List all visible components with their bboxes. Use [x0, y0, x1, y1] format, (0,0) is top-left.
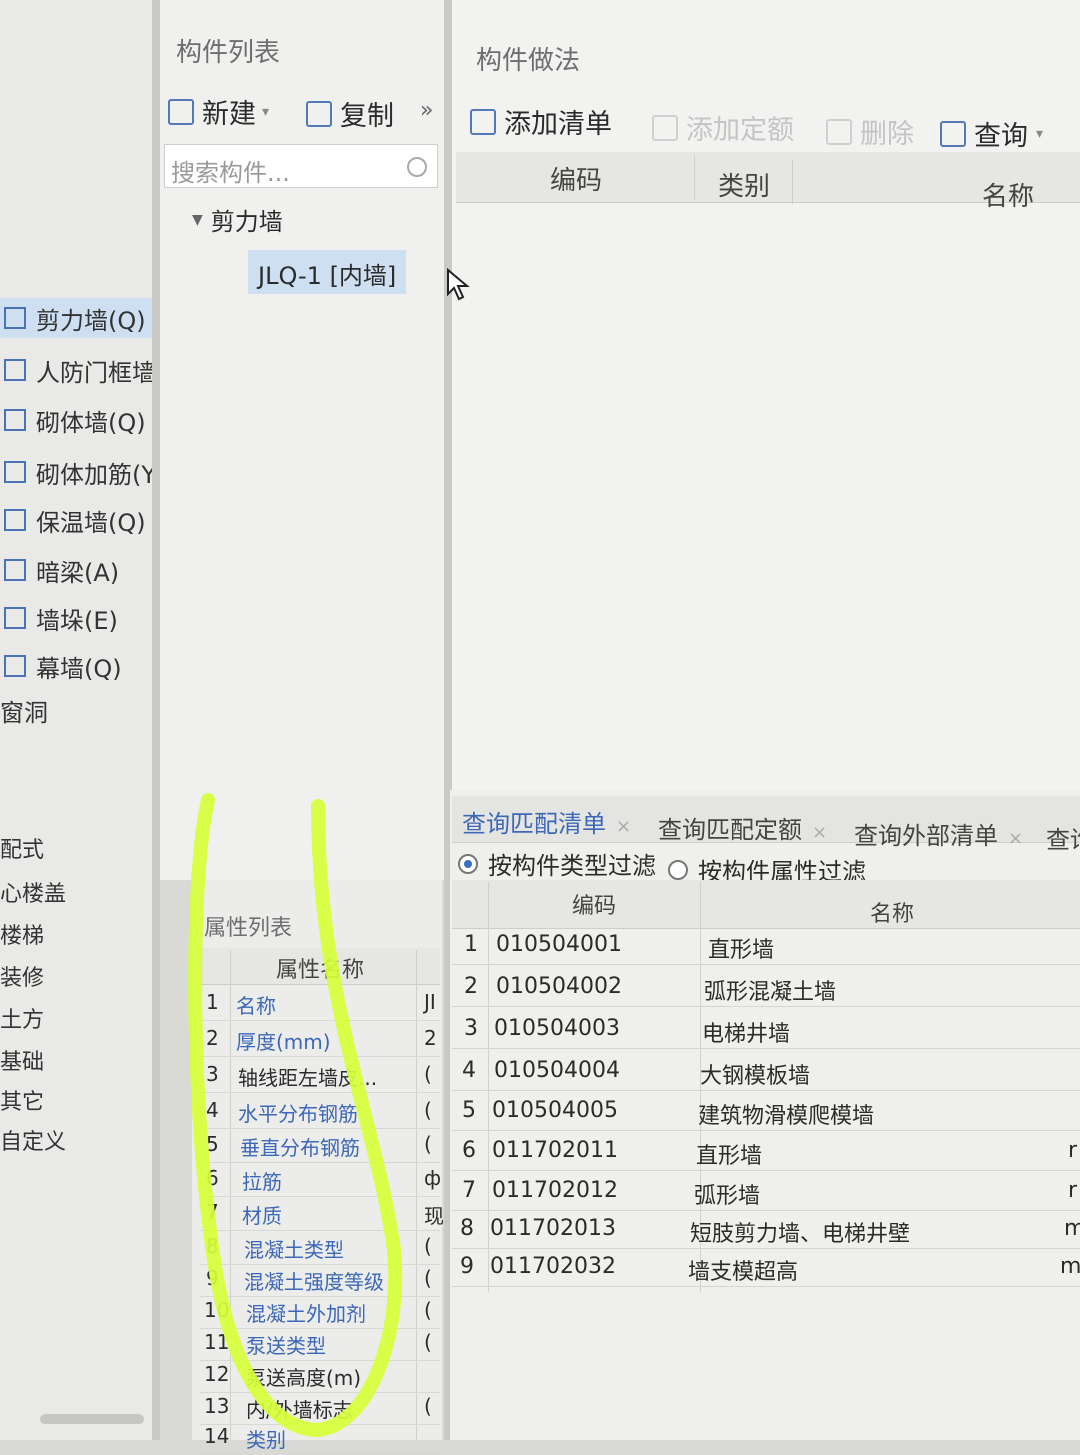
property-row[interactable]: 10 混凝土外加剂(	[200, 1294, 440, 1329]
new-button[interactable]: 新建 ▾	[168, 92, 269, 131]
nav-item-window-opening[interactable]: 窗洞	[0, 690, 48, 730]
tree-group[interactable]: ▼ 剪力墙	[192, 202, 283, 237]
search-input[interactable]: 搜索构件...	[164, 144, 438, 188]
delete-button[interactable]: 删除	[826, 112, 914, 151]
property-row[interactable]: 9 混凝土强度等级(	[200, 1262, 440, 1297]
splitter[interactable]	[152, 0, 160, 1440]
nav-category[interactable]: 心楼盖	[0, 876, 66, 908]
tab-external-list[interactable]: 查询外部清单 ×	[854, 816, 1023, 851]
property-row[interactable]: 14 类别	[200, 1420, 440, 1455]
reinforce-icon	[4, 461, 26, 483]
nav-item-hidden-beam[interactable]: 暗梁(A)	[0, 550, 119, 590]
table-row[interactable]: 3 010504003 电梯井墙	[452, 1008, 1080, 1049]
tree-item-selected[interactable]: JLQ-1 [内墙]	[248, 250, 407, 294]
pier-icon	[4, 607, 26, 629]
property-list-title: 属性列表	[204, 916, 293, 941]
method-panel-title: 构件做法	[476, 46, 581, 76]
table-row[interactable]: 8 011702013 短肢剪力墙、电梯井壁 m	[452, 1208, 1080, 1249]
nav-category[interactable]: 装修	[0, 960, 44, 992]
tab-match-quota[interactable]: 查询匹配定额 ×	[658, 810, 827, 845]
close-icon[interactable]: ×	[1008, 828, 1023, 849]
table-row[interactable]: 9 011702032 墙支模超高 m	[452, 1246, 1080, 1287]
nav-category[interactable]: 自定义	[0, 1124, 66, 1156]
nav-item-wall-pier[interactable]: 墙垛(E)	[0, 598, 118, 638]
nav-item-shear-wall[interactable]: 剪力墙(Q)	[0, 298, 152, 338]
nav-item-masonry-wall[interactable]: 砌体墙(Q)	[0, 400, 146, 440]
radio-selected-icon	[458, 853, 478, 874]
property-row[interactable]: 6 拉筋 ф	[200, 1162, 441, 1197]
property-row[interactable]: 12 泵送高度(m)	[200, 1358, 440, 1393]
more-button[interactable]: »	[420, 98, 433, 123]
nav-category[interactable]: 基础	[0, 1044, 44, 1076]
tab-match-list[interactable]: 查询匹配清单 ×	[462, 804, 631, 839]
nav-category[interactable]: 楼梯	[0, 918, 44, 950]
column-header-name[interactable]: 名称	[982, 176, 1034, 213]
property-row[interactable]: 7 材质现	[200, 1196, 444, 1231]
query-grid-header	[452, 880, 1080, 929]
component-list-panel	[160, 0, 446, 880]
new-icon	[168, 98, 194, 125]
radio-icon	[668, 859, 688, 880]
wall-icon	[4, 307, 26, 329]
component-list-title: 构件列表	[176, 38, 281, 68]
horizontal-scrollbar[interactable]	[40, 1414, 144, 1424]
close-icon[interactable]: ×	[812, 822, 827, 843]
column-header-code[interactable]: 编码	[550, 160, 602, 197]
table-row[interactable]: 2 010504002 弧形混凝土墙	[452, 966, 1080, 1007]
property-row[interactable]: 11 泵送类型(	[200, 1326, 440, 1361]
table-row[interactable]: 1 010504001 直形墙	[452, 924, 1080, 965]
curtain-wall-icon	[4, 655, 26, 677]
query-icon	[940, 120, 966, 147]
column-header-property-name[interactable]: 属性名称	[276, 952, 364, 984]
property-row[interactable]: 4 水平分布钢筋(	[200, 1094, 440, 1129]
nav-item-insulation-wall[interactable]: 保温墙(Q)	[0, 500, 146, 540]
close-icon[interactable]: ×	[616, 816, 631, 837]
column-header-type[interactable]: 类别	[718, 166, 770, 203]
property-row[interactable]: 3 轴线距左墙皮...(	[200, 1058, 440, 1093]
copy-button[interactable]: 复制	[306, 94, 394, 133]
insulation-icon	[4, 509, 26, 531]
property-row[interactable]: 8 混凝土类型(	[200, 1230, 440, 1265]
property-row[interactable]: 2 厚度(mm) 2	[200, 1022, 440, 1057]
add-list-button[interactable]: 添加清单	[470, 102, 612, 141]
chevron-down-icon: ▼	[192, 211, 203, 228]
query-button[interactable]: 查询 ▾	[940, 114, 1043, 153]
masonry-icon	[4, 409, 26, 431]
property-row[interactable]: 5 垂直分布钢筋(	[200, 1128, 440, 1163]
add-quota-button[interactable]: 添加定额	[652, 108, 794, 147]
table-row[interactable]: 7 011702012 弧形墙 r	[452, 1170, 1080, 1211]
nav-category[interactable]: 配式	[0, 832, 44, 864]
nav-category[interactable]: 其它	[0, 1084, 44, 1116]
add-quota-icon	[652, 114, 678, 141]
filter-by-type-radio[interactable]: 按构件类型过滤	[458, 846, 656, 881]
property-row[interactable]: 1 名称 JI	[200, 986, 440, 1021]
mouse-cursor-icon	[447, 268, 470, 301]
trash-icon	[826, 118, 852, 145]
table-row[interactable]: 5 010504005 建筑物滑模爬模墙	[452, 1090, 1080, 1131]
wall-icon	[4, 359, 26, 381]
tab-query[interactable]: 查询	[1046, 820, 1080, 855]
nav-item-civil-defense-wall[interactable]: 人防门框墙	[0, 350, 156, 390]
nav-item-masonry-reinforce[interactable]: 砌体加筋(Y	[0, 452, 156, 492]
table-row[interactable]: 4 010504004 大钢模板墙	[452, 1050, 1080, 1091]
nav-category[interactable]: 土方	[0, 1002, 44, 1034]
table-row[interactable]: 6 011702011 直形墙 r	[452, 1130, 1080, 1171]
beam-icon	[4, 559, 26, 581]
column-header-code[interactable]: 编码	[572, 888, 616, 920]
copy-icon	[306, 100, 332, 127]
add-list-icon	[470, 108, 496, 135]
search-icon	[407, 157, 427, 177]
nav-item-curtain-wall[interactable]: 幕墙(Q)	[0, 646, 122, 686]
left-nav: 剪力墙(Q) 人防门框墙 砌体墙(Q) 砌体加筋(Y 保温墙(Q) 暗梁(A) …	[0, 0, 156, 1440]
